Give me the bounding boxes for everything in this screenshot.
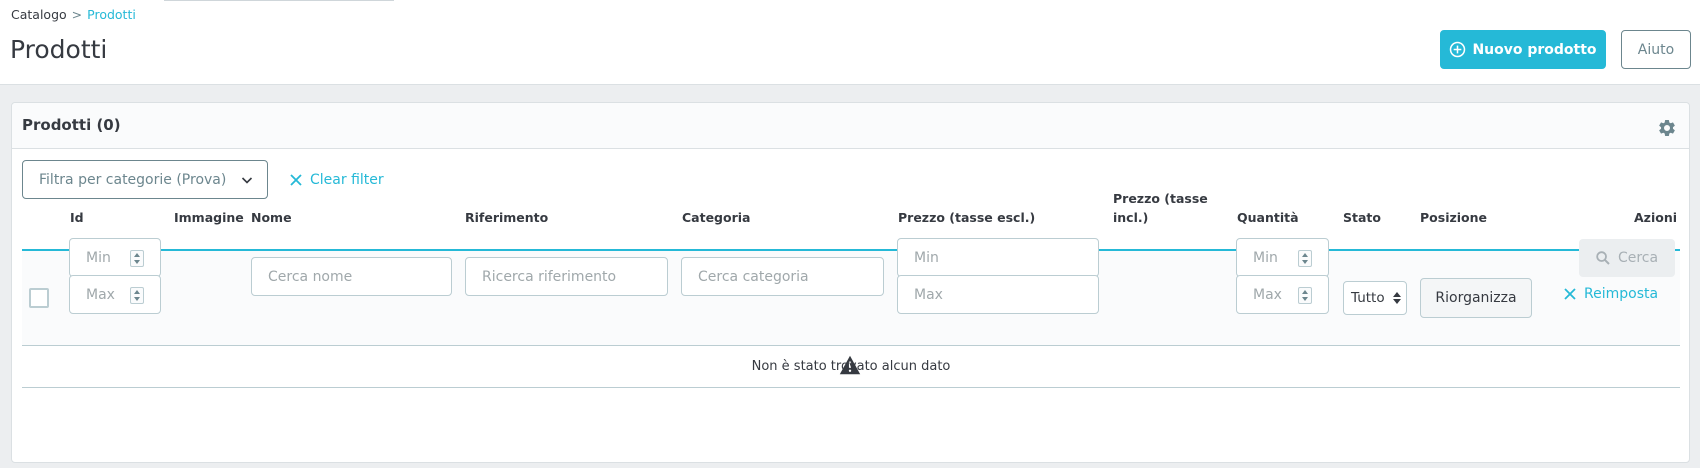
breadcrumb-current[interactable]: Prodotti [87,7,136,22]
clear-filter-label: Clear filter [310,171,384,188]
search-button-label: Cerca [1617,250,1659,266]
column-header-price-excl[interactable]: Prezzo (tasse escl.) [898,208,1035,227]
reference-search-placeholder: Ricerca riferimento [482,268,617,285]
name-search-input[interactable]: Cerca nome [251,257,452,296]
search-button[interactable]: Cerca [1579,239,1675,277]
select-all-checkbox[interactable] [29,288,49,308]
name-search-placeholder: Cerca nome [268,268,353,285]
price-min-placeholder: Min [914,249,939,266]
id-min-stepper[interactable] [130,250,144,267]
column-header-image: Immagine [174,210,244,225]
reset-button-label: Reimposta [1584,286,1659,302]
category-filter-label: Filtra per categorie (Prova) [39,171,227,188]
column-header-id[interactable]: Id [70,208,84,227]
id-min-placeholder: Min [86,249,111,266]
category-search-input[interactable]: Cerca categoria [681,257,884,296]
column-header-price-incl: Prezzo (tasse incl.) [1113,191,1208,225]
column-header-status[interactable]: Stato [1343,208,1381,227]
close-icon [1564,288,1576,300]
quantity-min-placeholder: Min [1253,249,1278,266]
quantity-min-stepper[interactable] [1298,250,1312,267]
quantity-max-stepper[interactable] [1298,287,1312,304]
page-title: Prodotti [10,35,108,64]
column-header-reference[interactable]: Riferimento [465,208,548,227]
card-header: Prodotti (0) [12,103,1689,149]
column-header-actions: Azioni [1634,210,1678,225]
card-title: Prodotti (0) [22,116,121,134]
column-header-quantity[interactable]: Quantità [1237,208,1299,227]
category-filter-dropdown[interactable]: Filtra per categorie (Prova) [22,160,268,199]
quantity-max-placeholder: Max [1253,286,1282,303]
quantity-max-input[interactable]: Max [1236,275,1329,314]
status-select[interactable]: Tutto [1343,281,1407,315]
help-button[interactable]: Aiuto [1621,30,1691,69]
id-max-stepper[interactable] [130,287,144,304]
new-product-label: Nuovo prodotto [1472,41,1597,58]
chevron-down-icon [241,177,253,184]
quantity-min-input[interactable]: Min [1236,238,1329,277]
search-icon [1596,251,1610,265]
status-select-value: Tutto [1351,290,1385,306]
empty-state-message: Non è stato trovato alcun dato [751,359,951,374]
category-search-placeholder: Cerca categoria [698,268,809,285]
price-max-placeholder: Max [914,286,943,303]
column-header-category[interactable]: Categoria [682,208,750,227]
breadcrumb-separator: > [71,7,83,22]
close-icon [290,173,302,186]
reorder-button[interactable]: Riorganizza [1420,278,1532,318]
breadcrumb: Catalogo > Prodotti [11,7,136,22]
new-product-button[interactable]: Nuovo prodotto [1440,30,1606,69]
price-max-input[interactable]: Max [897,275,1099,314]
clear-filter-button[interactable]: Clear filter [290,160,384,199]
reference-search-input[interactable]: Ricerca riferimento [465,257,668,296]
id-max-input[interactable]: Max [69,275,161,314]
column-header-name[interactable]: Nome [251,208,292,227]
page-header: Catalogo > Prodotti Prodotti Nuovo prodott… [0,0,1700,85]
products-card: Prodotti (0) Filtra per categorie (Prova… [11,102,1690,463]
breadcrumb-parent[interactable]: Catalogo [11,7,67,22]
reset-button[interactable]: Reimposta [1564,282,1658,306]
table-bottom-divider [22,387,1680,388]
header-divider [164,0,394,1]
select-arrows-icon [1393,291,1401,305]
gear-icon[interactable] [1657,118,1677,138]
column-header-position[interactable]: Posizione [1420,208,1487,227]
plus-circle-icon [1450,41,1466,58]
id-max-placeholder: Max [86,286,115,303]
price-min-input[interactable]: Min [897,238,1099,277]
id-min-input[interactable]: Min [69,238,161,277]
